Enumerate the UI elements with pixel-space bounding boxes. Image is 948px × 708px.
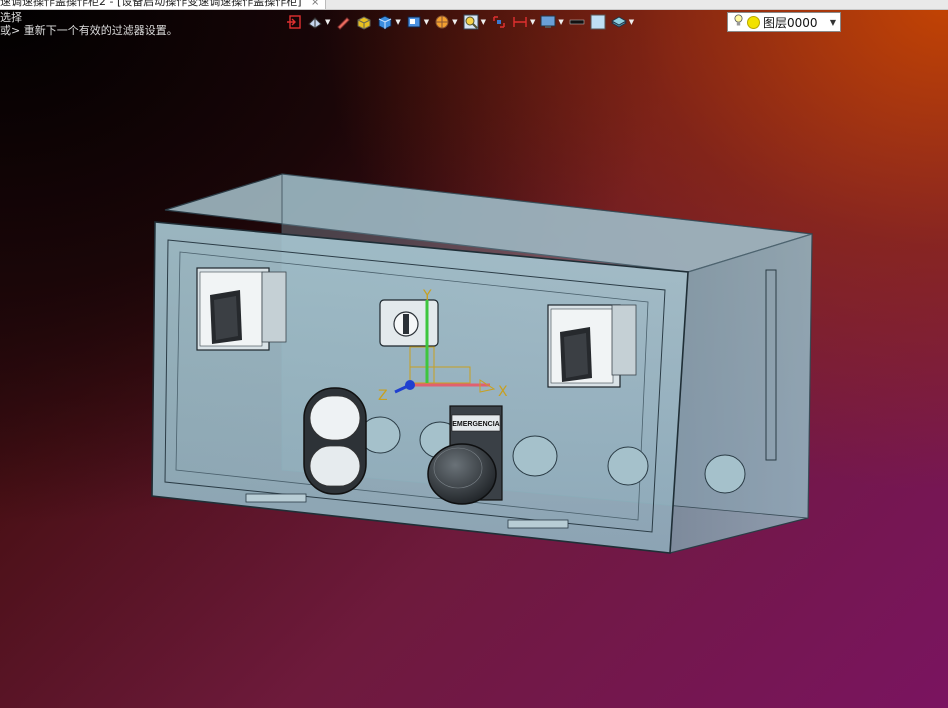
select-filter-icon: [491, 14, 507, 30]
toolbar-button-view-box[interactable]: ▼: [404, 11, 431, 33]
axis-x-label: X: [498, 384, 508, 400]
toolbar-button-line-style[interactable]: [567, 11, 587, 33]
line-style-icon: [569, 14, 585, 30]
axis-y-label: Y: [422, 288, 432, 304]
rotary-switch-right: [547, 304, 637, 388]
graphics-viewport[interactable]: EMERGENCIA X Y Z: [0, 0, 948, 708]
layer-name: 图层0000: [763, 15, 818, 30]
toolbar-button-dimension[interactable]: ▼: [510, 11, 537, 33]
layer-stack-icon: [610, 14, 627, 30]
chevron-down-icon[interactable]: ▼: [481, 18, 486, 26]
render-style-icon: [434, 14, 450, 30]
bulb-icon[interactable]: [734, 14, 743, 30]
chevron-down-icon[interactable]: ▼: [424, 18, 429, 26]
exit-sketch-icon: [286, 14, 302, 30]
toolbar-button-shaded-box[interactable]: [354, 11, 374, 33]
view-orient-icon: [307, 14, 323, 30]
chevron-down-icon[interactable]: ▼: [395, 18, 400, 26]
toolbar-button-layer-stack[interactable]: ▼: [609, 11, 636, 33]
axis-origin: [405, 380, 415, 390]
chevron-down-icon[interactable]: ▼: [826, 18, 840, 27]
double-push-button: [303, 387, 367, 495]
chevron-down-icon[interactable]: ▼: [629, 18, 634, 26]
layer-selector[interactable]: 图层0000 ▼: [727, 12, 841, 32]
toolbar-button-pencil[interactable]: [333, 11, 353, 33]
toolbar-button-select-filter[interactable]: [489, 11, 509, 33]
layer-color-dot: [747, 15, 760, 29]
chevron-down-icon[interactable]: ▼: [530, 18, 535, 26]
color-swatch-icon: [590, 14, 606, 30]
toolbar-button-zoom-fit[interactable]: ▼: [461, 11, 488, 33]
axis-z-label: Z: [378, 388, 388, 404]
chevron-down-icon[interactable]: ▼: [325, 18, 330, 26]
pencil-icon: [335, 14, 351, 30]
chevron-down-icon[interactable]: ▼: [558, 18, 563, 26]
latch-right: [507, 519, 569, 529]
cube-icon: [377, 14, 393, 30]
toolbar-button-color-swatch[interactable]: [588, 11, 608, 33]
dimension-icon: [512, 14, 528, 30]
chevron-down-icon[interactable]: ▼: [452, 18, 457, 26]
shaded-box-icon: [356, 14, 372, 30]
display-icon: [540, 14, 556, 30]
rotary-switch-left: [196, 267, 287, 351]
zoom-fit-icon: [463, 14, 479, 30]
view-box-icon: [406, 14, 422, 30]
toolbar-button-display[interactable]: ▼: [538, 11, 565, 33]
key-selector: [379, 299, 439, 347]
enclosure-model[interactable]: EMERGENCIA: [151, 173, 813, 554]
latch-left: [245, 493, 307, 503]
toolbar-button-view-orient[interactable]: ▼: [305, 11, 332, 33]
view-toolbar: ▼ ▼ ▼ ▼ ▼ ▼ ▼ ▼: [284, 10, 636, 34]
toolbar-button-exit-sketch[interactable]: [284, 11, 304, 33]
emergency-label: EMERGENCIA: [452, 421, 499, 428]
toolbar-button-render-style[interactable]: ▼: [432, 11, 459, 33]
toolbar-button-cube[interactable]: ▼: [375, 11, 402, 33]
